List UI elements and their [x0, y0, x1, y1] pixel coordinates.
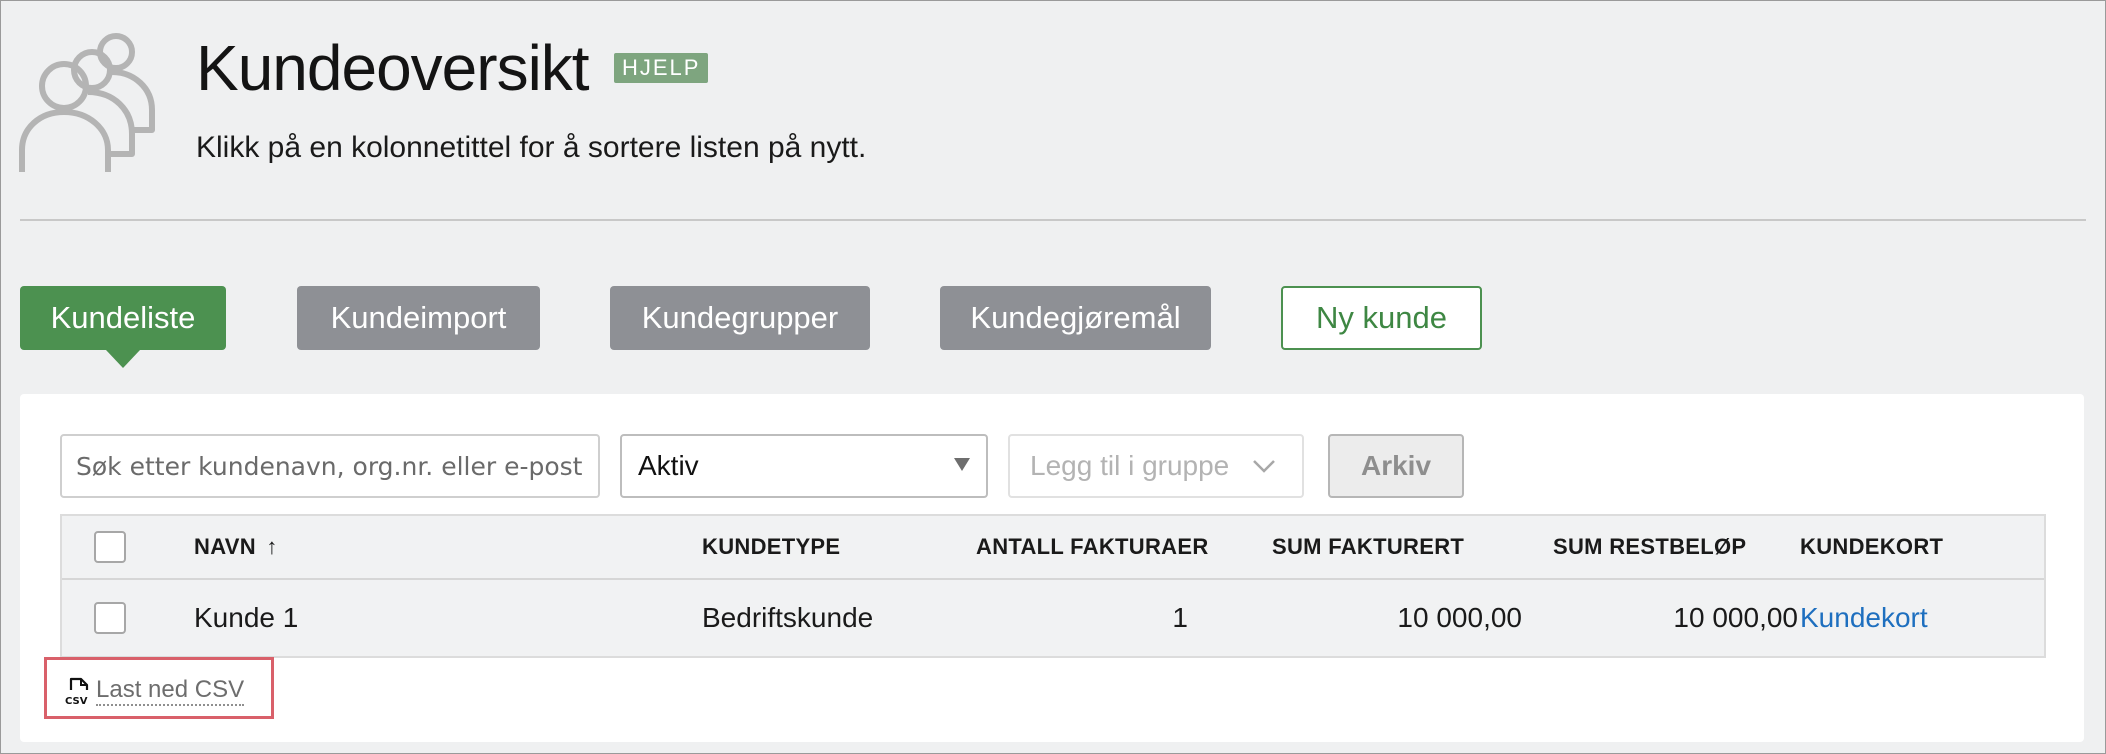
triangle-down-icon — [954, 458, 970, 471]
help-badge[interactable]: HJELP — [614, 53, 709, 83]
column-header-kundetype[interactable]: KUNDETYPE — [702, 534, 840, 560]
table-row: Kunde 1 Bedriftskunde 1 10 000,00 10 000… — [62, 580, 2044, 656]
tab-kundeimport[interactable]: Kundeimport — [297, 286, 540, 350]
sort-ascending-icon: ↑ — [266, 534, 278, 559]
svg-text:CSV: CSV — [65, 696, 88, 706]
download-csv-link[interactable]: Last ned CSV — [96, 676, 245, 706]
select-all-checkbox[interactable] — [94, 531, 126, 563]
tab-kundeliste[interactable]: Kundeliste — [20, 286, 226, 350]
cell-sum-invoiced: 10 000,00 — [1397, 602, 1522, 633]
csv-file-icon: CSV — [65, 677, 89, 706]
new-customer-button[interactable]: Ny kunde — [1281, 286, 1482, 350]
column-header-sum-fakturert[interactable]: SUM FAKTURERT — [1272, 534, 1464, 560]
cell-customer-type: Bedriftskunde — [702, 602, 874, 633]
cell-name: Kunde 1 — [194, 602, 299, 633]
column-header-kundekort[interactable]: KUNDEKORT — [1800, 534, 1943, 560]
customers-group-icon — [19, 33, 155, 172]
column-header-navn-label: NAVN — [194, 534, 256, 559]
customer-table: NAVN ↑ KUNDETYPE ANTALL FAKTURAER SUM FA… — [60, 514, 2046, 658]
tab-kundegrupper[interactable]: Kundegrupper — [610, 286, 870, 350]
page-subtitle: Klikk på en kolonnetittel for å sortere … — [196, 131, 867, 164]
archive-button[interactable]: Arkiv — [1328, 434, 1464, 498]
customer-card-link[interactable]: Kundekort — [1800, 602, 1928, 634]
header-divider — [20, 219, 2086, 221]
cell-invoice-count: 1 — [1172, 602, 1188, 633]
column-header-navn[interactable]: NAVN ↑ — [194, 534, 278, 560]
row-checkbox[interactable] — [94, 602, 126, 634]
cell-sum-remaining: 10 000,00 — [1673, 602, 1798, 633]
tab-kundegjoremal[interactable]: Kundegjøremål — [940, 286, 1211, 350]
column-header-antall-fakturaer[interactable]: ANTALL FAKTURAER — [976, 534, 1209, 560]
search-input[interactable] — [60, 434, 600, 498]
add-to-group-select[interactable]: Legg til i gruppe — [1008, 434, 1304, 498]
status-select-value: Aktiv — [638, 450, 699, 481]
status-select[interactable]: Aktiv — [620, 434, 988, 498]
page-title: Kundeoversikt — [196, 32, 590, 104]
column-header-sum-restbelop[interactable]: SUM RESTBELØP — [1553, 534, 1746, 560]
table-header: NAVN ↑ KUNDETYPE ANTALL FAKTURAER SUM FA… — [62, 516, 2044, 580]
add-to-group-placeholder: Legg til i gruppe — [1030, 450, 1230, 481]
chevron-down-icon — [1253, 460, 1275, 473]
active-tab-indicator — [106, 350, 140, 368]
